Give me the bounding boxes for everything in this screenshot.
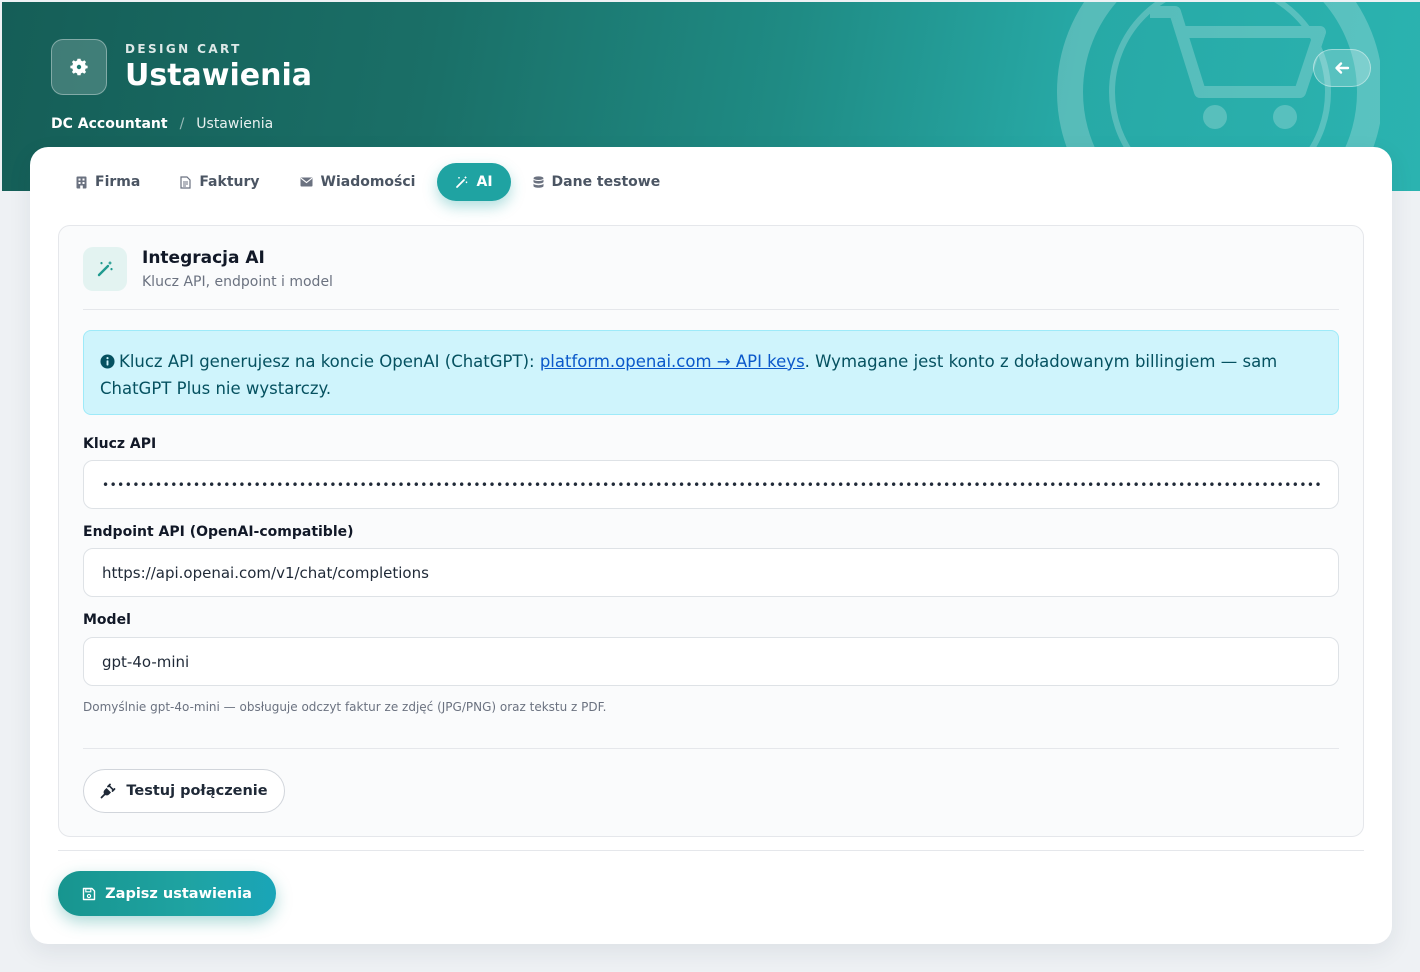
api-key-input[interactable] [83,460,1339,509]
panel-title: Integracja AI [142,248,265,268]
tab-firma-label: Firma [95,174,141,190]
breadcrumb-separator: / [179,116,185,132]
model-help-text: Domyślnie gpt-4o-mini — obsługuje odczyt… [83,700,607,714]
endpoint-input[interactable] [83,548,1339,597]
card-footer-divider [58,850,1364,851]
brand-badge [51,39,107,95]
tab-firma[interactable]: Firma [58,163,158,201]
panel-subtitle: Klucz API, endpoint i model [142,274,333,290]
tab-faktury[interactable]: Faktury [162,163,277,201]
plug-icon [100,783,116,799]
tab-dane-testowe-label: Dane testowe [551,174,661,190]
breadcrumb-current: Ustawienia [196,116,274,132]
model-input[interactable] [83,637,1339,686]
document-icon [180,175,191,189]
info-text-before: Klucz API generujesz na koncie OpenAI (C… [119,352,540,371]
arrow-left-icon [1335,62,1350,74]
test-connection-label: Testuj połączenie [126,783,268,799]
api-key-label: Klucz API [83,436,157,452]
model-label: Model [83,612,131,628]
panel-footer-divider [83,748,1339,749]
back-button[interactable] [1313,49,1371,87]
building-icon [76,176,87,188]
tab-ai-label: AI [476,174,493,190]
info-alert: Klucz API generujesz na koncie OpenAI (C… [83,330,1339,415]
settings-card: Firma Faktury Wiadomości AI Dane testowe… [30,147,1392,944]
brand-eyebrow: DESIGN CART [125,42,242,56]
panel-icon-badge [83,247,127,291]
tab-wiadomosci-label: Wiadomości [320,174,416,190]
tab-dane-testowe[interactable]: Dane testowe [515,163,679,201]
settings-tabs: Firma Faktury Wiadomości AI Dane testowe [58,163,678,201]
save-settings-button[interactable]: Zapisz ustawienia [58,871,276,916]
tab-wiadomosci[interactable]: Wiadomości [282,163,434,201]
page-title: Ustawienia [125,58,313,93]
floppy-disk-icon [82,887,96,900]
gear-icon [70,58,88,76]
test-connection-button[interactable]: Testuj połączenie [83,769,285,813]
info-circle-icon [100,351,115,376]
database-icon [533,175,544,188]
breadcrumb-root[interactable]: DC Accountant [51,116,168,132]
ai-integration-panel: Integracja AI Klucz API, endpoint i mode… [58,225,1364,837]
envelope-icon [300,177,313,187]
breadcrumb: DC Accountant / Ustawienia [51,116,273,132]
tab-faktury-label: Faktury [199,174,260,190]
magic-wand-icon [97,261,113,277]
openai-api-keys-link[interactable]: platform.openai.com → API keys [540,352,805,371]
endpoint-label: Endpoint API (OpenAI-compatible) [83,524,354,540]
save-settings-label: Zapisz ustawienia [105,885,252,902]
magic-wand-icon [456,176,468,188]
panel-header-divider [83,309,1339,310]
tab-ai[interactable]: AI [437,163,511,201]
